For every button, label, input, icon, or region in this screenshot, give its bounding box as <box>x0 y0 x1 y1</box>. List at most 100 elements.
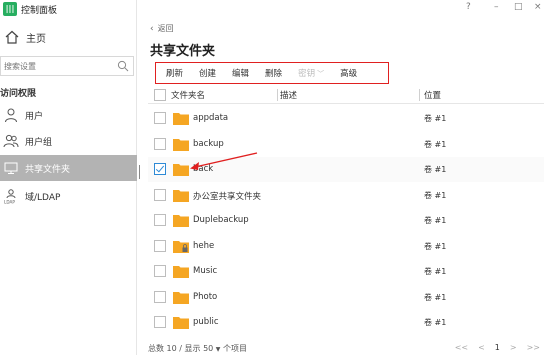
row-checkbox[interactable] <box>154 239 166 252</box>
back-label: 返回 <box>157 24 174 33</box>
locked-folder-icon <box>173 240 189 253</box>
total-count-text: 总数 10 / 显示 <box>148 344 201 353</box>
app-header: ||| 控制面板 <box>0 0 137 18</box>
table-row[interactable]: public 卷 #1 <box>148 310 544 335</box>
pagination: << < 1 > >> <box>455 343 540 352</box>
table-row[interactable]: appdata 卷 #1 <box>148 106 544 131</box>
folder-name: Music <box>193 266 218 276</box>
edit-button[interactable]: 编辑 <box>232 67 249 79</box>
table-row[interactable]: Photo 卷 #1 <box>148 285 544 310</box>
settings-search[interactable] <box>0 56 134 76</box>
group-icon <box>3 133 19 149</box>
row-checkbox[interactable] <box>154 112 166 124</box>
current-page[interactable]: 1 <box>495 343 500 352</box>
back-link[interactable]: ‹ 返回 <box>150 23 174 34</box>
row-checkbox[interactable] <box>154 290 166 303</box>
page-size-value: 50 <box>203 344 214 353</box>
sidebar-item-ldap[interactable]: LDAP 域/LDAP <box>0 183 137 209</box>
page-title: 共享文件夹 <box>150 44 216 59</box>
row-checkbox[interactable] <box>154 214 166 226</box>
chevron-down-icon: ﹀ <box>317 70 325 78</box>
help-button[interactable]: ? <box>466 2 471 12</box>
select-all-checkbox[interactable] <box>154 89 166 101</box>
search-input[interactable] <box>4 61 116 71</box>
sidebar-item-shared-folders[interactable]: 共享文件夹 <box>0 155 137 181</box>
row-checkbox[interactable] <box>154 163 166 175</box>
folder-name: public <box>193 317 219 327</box>
sidebar-item-users[interactable]: 用户 <box>0 102 137 128</box>
folder-name: Duplebackup <box>193 215 249 225</box>
sidebar: ||| 控制面板 主页 访问权限 用户 用户组 共享文件夹 LDAP <box>0 0 137 355</box>
next-page-button[interactable]: > <box>510 343 517 352</box>
folder-location: 卷 #1 <box>424 318 447 327</box>
column-header-location[interactable]: 位置 <box>424 89 441 101</box>
sidebar-resize-handle[interactable] <box>139 165 141 179</box>
table-row[interactable]: Duplebackup 卷 #1 <box>148 208 544 233</box>
sidebar-item-label: 用户组 <box>25 137 53 148</box>
folder-icon <box>173 113 189 125</box>
chevron-left-icon: ‹ <box>150 23 154 34</box>
shared-folder-icon <box>3 160 19 176</box>
table-footer: 总数 10 / 显示 50 ▼ 个项目 <box>148 343 247 354</box>
folder-location: 卷 #1 <box>424 165 447 174</box>
home-icon <box>4 29 20 45</box>
column-divider[interactable] <box>277 89 278 101</box>
folder-name: hehe <box>193 240 215 251</box>
table-header: 文件夹名 描述 位置 <box>148 86 544 104</box>
column-header-description[interactable]: 描述 <box>280 89 297 101</box>
folder-icon <box>173 138 189 151</box>
folder-name: backup <box>193 138 224 149</box>
ldap-icon: LDAP <box>3 188 19 204</box>
row-checkbox[interactable] <box>154 188 166 201</box>
nav-home[interactable]: 主页 <box>0 26 137 48</box>
row-checkbox[interactable] <box>154 316 166 328</box>
folder-location: 卷 #1 <box>424 190 447 200</box>
app-logo-glyph: ||| <box>5 4 15 13</box>
page-size-select[interactable]: 50 ▼ <box>203 344 220 353</box>
folder-icon <box>173 215 189 227</box>
column-divider[interactable] <box>419 89 420 101</box>
advanced-button[interactable]: 高级 <box>340 67 357 79</box>
folder-name: 办公室共享文件夹 <box>193 191 262 202</box>
app-logo-icon: ||| <box>3 2 17 16</box>
folder-location: 卷 #1 <box>424 139 447 149</box>
table-row[interactable]: Music 卷 #1 <box>148 259 544 284</box>
key-dropdown-label: 密钥 <box>298 69 316 79</box>
folder-location: 卷 #1 <box>424 216 447 225</box>
folder-location: 卷 #1 <box>424 267 447 276</box>
row-checkbox[interactable] <box>154 137 166 150</box>
delete-button[interactable]: 删除 <box>265 67 282 79</box>
refresh-button[interactable]: 刷新 <box>166 67 183 79</box>
last-page-button[interactable]: >> <box>527 343 540 352</box>
sidebar-item-label: 共享文件夹 <box>25 164 71 175</box>
folder-name: Photo <box>193 291 218 302</box>
create-button[interactable]: 创建 <box>199 67 216 79</box>
folder-location: 卷 #1 <box>424 292 447 302</box>
folder-icon <box>173 291 189 304</box>
sidebar-item-groups[interactable]: 用户组 <box>0 128 137 154</box>
row-checkbox[interactable] <box>154 265 166 277</box>
maximize-button[interactable]: □ <box>514 2 523 12</box>
search-icon[interactable] <box>116 59 130 73</box>
folder-name: appdata <box>193 113 229 123</box>
section-title-access: 访问权限 <box>0 89 37 99</box>
first-page-button[interactable]: << <box>455 343 468 352</box>
app-title: 控制面板 <box>21 5 58 16</box>
annotation-arrow <box>190 152 258 170</box>
nav-home-label: 主页 <box>26 33 46 45</box>
sidebar-item-label: 用户 <box>25 111 44 122</box>
minimize-button[interactable]: – <box>494 2 499 12</box>
close-button[interactable]: × <box>534 2 542 12</box>
column-header-name[interactable]: 文件夹名 <box>171 89 205 101</box>
folder-icon <box>173 189 189 202</box>
table-row[interactable]: hehe 卷 #1 <box>148 234 544 259</box>
table-row[interactable]: 办公室共享文件夹 卷 #1 <box>148 183 544 208</box>
prev-page-button[interactable]: < <box>478 343 485 352</box>
folder-icon <box>173 317 189 329</box>
key-dropdown: 密钥 ﹀ <box>298 67 324 79</box>
folder-location: 卷 #1 <box>424 241 447 251</box>
sidebar-item-label: 域/LDAP <box>25 192 61 203</box>
toolbar: 刷新 创建 编辑 删除 密钥 ﹀ 高级 <box>155 62 389 84</box>
user-icon <box>3 107 19 123</box>
caret-down-icon: ▼ <box>215 346 221 353</box>
